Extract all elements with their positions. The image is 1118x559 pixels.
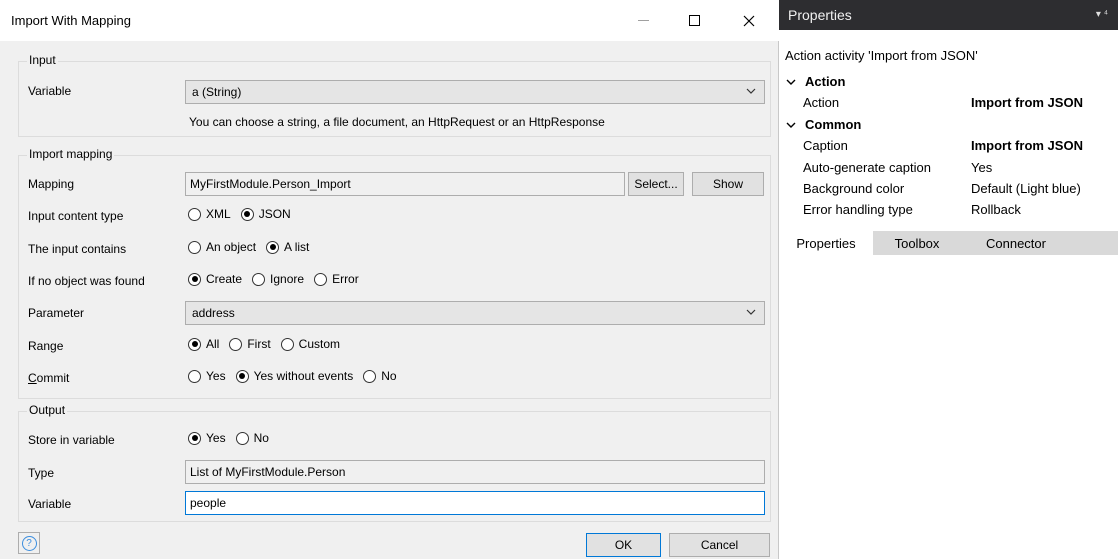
help-button[interactable]: ?	[18, 532, 40, 554]
input-contains-label: The input contains	[28, 242, 127, 256]
commit-radio-group: Yes Yes without events No	[188, 369, 407, 383]
output-variable-label: Variable	[28, 497, 72, 511]
close-icon	[743, 15, 755, 26]
radio-all[interactable]: All	[188, 337, 219, 351]
radio-circle	[252, 272, 266, 286]
radio-circle-selected	[235, 369, 249, 383]
type-value: List of MyFirstModule.Person	[190, 465, 346, 479]
radio-a-list[interactable]: A list	[266, 240, 309, 254]
radio-json[interactable]: JSON	[240, 207, 291, 221]
no-object-radio-group: Create Ignore Error	[188, 272, 369, 286]
type-label: Type	[28, 466, 55, 480]
radio-circle	[188, 369, 201, 383]
input-variable-combobox[interactable]: a (String)	[185, 80, 765, 104]
radio-circle	[188, 240, 201, 254]
radio-commit-yes-without-events[interactable]: Yes without events	[235, 369, 353, 383]
content-type-label: Input content type	[28, 209, 124, 223]
pane-options-icon[interactable]: ▾ ⁴	[1096, 9, 1108, 20]
category-common[interactable]: Common	[785, 117, 861, 132]
dialog-title: Import With Mapping	[11, 13, 131, 28]
input-variable-value: a (String)	[192, 85, 242, 99]
no-object-label: If no object was found	[28, 274, 145, 288]
output-variable-value: people	[190, 496, 227, 510]
radio-xml[interactable]: XML	[188, 207, 231, 221]
type-field: List of MyFirstModule.Person	[185, 460, 765, 484]
category-action[interactable]: Action	[785, 74, 845, 89]
maximize-icon	[688, 15, 700, 26]
parameter-value: address	[192, 306, 235, 320]
radio-circle	[314, 272, 328, 286]
input-hint: You can choose a string, a file document…	[189, 115, 605, 129]
radio-first[interactable]: First	[229, 337, 271, 351]
mapping-field[interactable]: MyFirstModule.Person_Import	[185, 172, 625, 196]
radio-store-yes[interactable]: Yes	[188, 431, 226, 445]
store-variable-label: Store in variable	[28, 433, 115, 447]
tab-connector[interactable]: Connector	[961, 231, 1071, 255]
properties-pane: Properties ▾ ⁴ Action activity 'Import f…	[779, 0, 1118, 559]
input-group-legend: Input	[27, 53, 58, 67]
input-contains-radio-group: An object A list	[188, 240, 319, 254]
minimize-button[interactable]	[620, 0, 666, 41]
radio-circle	[188, 207, 201, 221]
output-group-legend: Output	[27, 403, 68, 417]
content-type-radio-group: XML JSON	[188, 207, 301, 221]
show-mapping-button[interactable]: Show	[692, 172, 764, 196]
select-mapping-button[interactable]: Select...	[628, 172, 684, 196]
radio-store-no[interactable]: No	[235, 431, 269, 445]
import-with-mapping-dialog: Import With Mapping Input Variable a (St…	[0, 0, 779, 559]
cancel-button[interactable]: Cancel	[669, 533, 770, 557]
close-button[interactable]	[726, 0, 772, 41]
radio-circle-selected	[266, 240, 280, 254]
radio-create[interactable]: Create	[188, 272, 242, 286]
input-variable-label: Variable	[28, 84, 72, 98]
mapping-label: Mapping	[28, 177, 75, 191]
radio-error[interactable]: Error	[314, 272, 359, 286]
parameter-combobox[interactable]: address	[185, 301, 765, 325]
radio-circle	[229, 337, 243, 351]
radio-commit-yes[interactable]: Yes	[188, 369, 226, 383]
properties-subtitle: Action activity 'Import from JSON'	[785, 48, 978, 63]
chevron-down-icon	[746, 88, 756, 94]
range-label: Range	[28, 339, 64, 353]
radio-circle	[235, 431, 249, 445]
output-variable-input[interactable]: people	[185, 491, 765, 515]
minimize-icon	[637, 20, 649, 21]
properties-header: Properties ▾ ⁴	[779, 0, 1118, 30]
radio-an-object[interactable]: An object	[188, 240, 256, 254]
parameter-label: Parameter	[28, 306, 85, 320]
radio-circle	[363, 369, 377, 383]
help-icon: ?	[21, 535, 37, 551]
radio-circle-selected	[188, 272, 201, 286]
radio-commit-no[interactable]: No	[363, 369, 397, 383]
radio-circle-selected	[240, 207, 254, 221]
dialog-titlebar: Import With Mapping	[0, 0, 779, 41]
radio-circle-selected	[188, 337, 201, 351]
mapping-value: MyFirstModule.Person_Import	[190, 177, 351, 191]
range-radio-group: All First Custom	[188, 337, 350, 351]
radio-circle	[280, 337, 294, 351]
pane-tab-strip: Properties Toolbox Connector	[779, 231, 1118, 255]
commit-label: Commit	[28, 371, 70, 385]
properties-title: Properties	[788, 7, 852, 23]
chevron-down-icon	[786, 122, 796, 128]
tab-properties[interactable]: Properties	[779, 231, 873, 255]
store-variable-radio-group: Yes No	[188, 431, 279, 445]
ok-button[interactable]: OK	[586, 533, 661, 557]
maximize-button[interactable]	[671, 0, 717, 41]
radio-ignore[interactable]: Ignore	[252, 272, 304, 286]
radio-custom[interactable]: Custom	[280, 337, 340, 351]
import-mapping-legend: Import mapping	[27, 147, 115, 161]
chevron-down-icon	[786, 79, 796, 85]
radio-circle-selected	[188, 431, 201, 445]
tab-toolbox[interactable]: Toolbox	[873, 231, 961, 255]
chevron-down-icon	[746, 309, 756, 315]
